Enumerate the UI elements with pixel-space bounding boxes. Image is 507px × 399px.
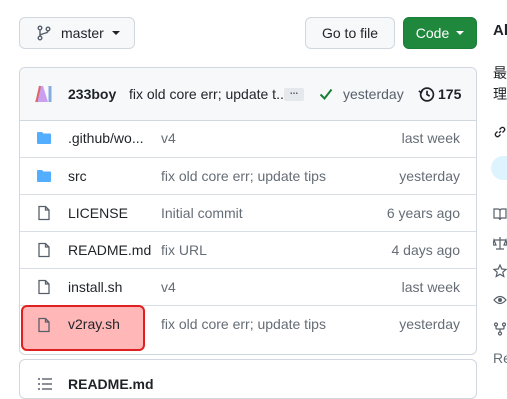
file-name-link[interactable]: .github/wo... [68, 130, 144, 146]
file-name-link[interactable]: README.md [68, 242, 151, 258]
file-row[interactable]: .github/wo... v4 last week [20, 120, 476, 157]
branch-select-button[interactable]: master [19, 17, 135, 49]
commit-author-link[interactable]: 233boy [68, 86, 116, 102]
readme-panel: README.md [19, 359, 477, 399]
releases-heading[interactable]: Re [493, 350, 507, 366]
file-commit-time: last week [401, 279, 460, 295]
file-commit-time: last week [401, 130, 460, 146]
file-commit-time: yesterday [399, 168, 460, 184]
topic-tag[interactable] [491, 156, 507, 180]
chevron-down-icon [111, 31, 120, 35]
chevron-down-icon [456, 31, 465, 35]
file-commit-time: 4 days ago [391, 242, 461, 258]
file-row[interactable]: README.md fix URL 4 days ago [20, 231, 476, 268]
check-icon[interactable] [319, 87, 333, 101]
book-icon[interactable] [493, 207, 507, 221]
file-commit-message[interactable]: v4 [161, 130, 176, 146]
file-commit-message[interactable]: Initial commit [161, 205, 243, 221]
file-commit-message[interactable]: fix old core err; update tips [161, 316, 326, 332]
file-name-link[interactable]: v2ray.sh [68, 316, 120, 332]
go-to-file-button[interactable]: Go to file [305, 17, 395, 49]
readme-title[interactable]: README.md [68, 376, 154, 392]
star-icon[interactable] [493, 264, 507, 278]
law-icon[interactable] [493, 236, 507, 250]
eye-icon[interactable] [493, 293, 507, 307]
commit-message-link[interactable]: fix old core err; update t... [129, 86, 288, 102]
commit-count[interactable]: 175 [438, 86, 461, 102]
file-icon [38, 279, 50, 295]
link-icon[interactable] [493, 125, 507, 139]
file-commit-message[interactable]: v4 [161, 279, 176, 295]
file-commit-message[interactable]: fix old core err; update tips [161, 168, 326, 184]
latest-commit-bar: 233boy fix old core err; update t... ...… [20, 68, 476, 121]
avatar[interactable] [33, 84, 53, 104]
file-name-link[interactable]: install.sh [68, 279, 122, 295]
file-row[interactable]: LICENSE Initial commit 6 years ago [20, 194, 476, 231]
folder-icon [37, 132, 51, 144]
file-commit-time: 6 years ago [386, 205, 460, 221]
commit-time[interactable]: yesterday [343, 86, 404, 102]
file-commit-message[interactable]: fix URL [161, 242, 207, 258]
repo-description: 最 [493, 65, 507, 81]
branch-name: master [61, 25, 104, 41]
git-branch-icon [37, 25, 51, 41]
folder-icon [37, 170, 51, 182]
history-icon[interactable] [418, 86, 435, 103]
file-row[interactable]: src fix old core err; update tips yester… [20, 157, 476, 194]
file-icon [38, 242, 50, 258]
file-icon [38, 205, 50, 221]
file-name-link[interactable]: LICENSE [68, 205, 128, 221]
code-label: Code [415, 25, 450, 41]
file-row[interactable]: install.sh v4 last week [20, 268, 476, 305]
go-to-file-label: Go to file [321, 25, 379, 41]
file-name-link[interactable]: src [68, 168, 87, 184]
repo-description: 理 [493, 86, 507, 102]
expand-commit-button[interactable]: ... [284, 87, 304, 101]
about-heading: Al [493, 22, 507, 39]
code-button[interactable]: Code [403, 17, 477, 49]
file-commit-time: yesterday [399, 316, 460, 332]
repo-forked-icon[interactable] [493, 322, 507, 336]
file-icon [38, 317, 50, 333]
